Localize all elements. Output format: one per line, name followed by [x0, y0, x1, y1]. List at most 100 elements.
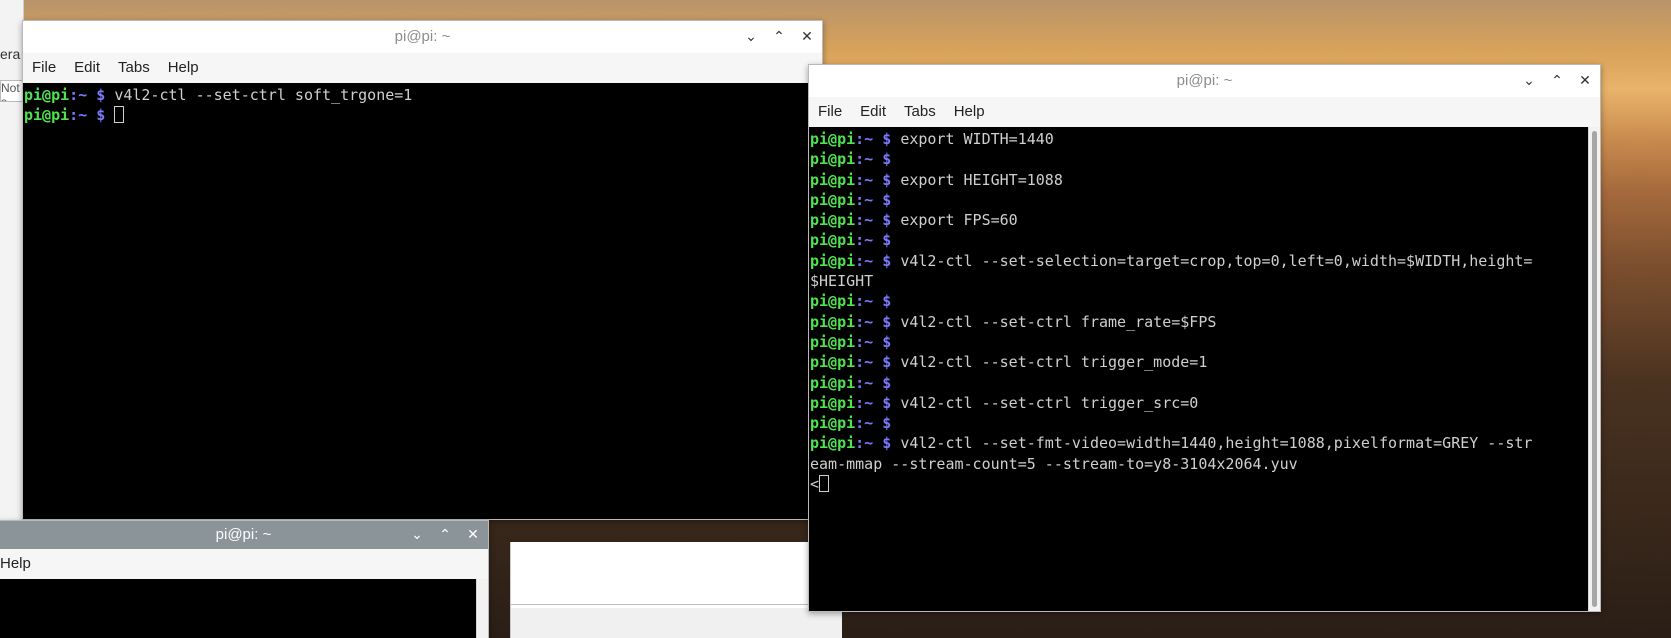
output-text: eam-mmap --stream-count=5 --stream-to=y8…	[810, 454, 1298, 473]
close-icon[interactable]: ✕	[800, 30, 814, 44]
terminal-output[interactable]	[0, 579, 476, 638]
prompt-user: pi@pi	[810, 211, 856, 230]
output-text: $HEIGHT	[810, 272, 874, 291]
prompt-user: pi@pi	[810, 190, 856, 209]
background-field-fragment: Not s	[0, 80, 24, 102]
terminal-line: pi@pi:~ $ v4l2-ctl --set-selection=targe…	[810, 251, 1588, 271]
chevron-down-icon[interactable]: ⌄	[410, 528, 424, 542]
menu-bar: File Edit Tabs Help	[809, 97, 1600, 127]
prompt-user: pi@pi	[24, 86, 70, 104]
prompt-path: :~	[855, 190, 874, 209]
prompt-symbol: $	[87, 86, 115, 104]
prompt-symbol: $	[873, 190, 901, 209]
prompt-symbol: $	[87, 106, 115, 125]
menu-tabs[interactable]: Tabs	[109, 53, 159, 83]
prompt-symbol: $	[873, 231, 901, 250]
terminal-line: pi@pi:~ $ v4l2-ctl --set-fmt-video=width…	[810, 433, 1588, 453]
prompt-symbol: $	[873, 211, 901, 230]
command-text: v4l2-ctl --set-ctrl trigger_mode=1	[900, 353, 1208, 372]
prompt-symbol: $	[873, 170, 901, 189]
prompt-symbol: $	[873, 373, 901, 392]
menu-help[interactable]: Help	[159, 53, 208, 83]
chevron-down-icon[interactable]: ⌄	[744, 30, 758, 44]
prompt-path: :~	[855, 130, 874, 148]
prompt-symbol: $	[873, 251, 901, 270]
menu-help[interactable]: Help	[0, 549, 40, 579]
prompt-symbol: $	[873, 414, 901, 433]
terminal-line: pi@pi:~ $ v4l2-ctl --set-ctrl trigger_mo…	[810, 352, 1588, 372]
command-text: v4l2-ctl --set-fmt-video=width=1440,heig…	[900, 434, 1533, 453]
close-icon[interactable]: ✕	[466, 528, 480, 542]
menu-edit[interactable]: Edit	[851, 97, 895, 127]
window-titlebar[interactable]: pi@pi: ~ ⌄ ⌃ ✕	[0, 521, 488, 549]
terminal-line: pi@pi:~ $ v4l2-ctl --set-ctrl frame_rate…	[810, 312, 1588, 332]
background-panel	[511, 608, 842, 638]
menu-bar: Help	[0, 549, 488, 579]
menu-edit[interactable]: Edit	[65, 53, 109, 83]
terminal-window-right[interactable]: pi@pi: ~ ⌄ ⌃ ✕ File Edit Tabs Help pi@pi…	[808, 64, 1601, 612]
background-text-fragment: era	[0, 46, 21, 62]
terminal-line: pi@pi:~ $	[810, 413, 1588, 433]
prompt-path: :~	[855, 373, 874, 392]
menu-bar: File Edit Tabs Help	[23, 53, 822, 83]
prompt-user: pi@pi	[24, 106, 70, 125]
terminal-line: <	[810, 474, 1588, 494]
menu-file[interactable]: File	[809, 97, 851, 127]
window-title: pi@pi: ~	[1176, 72, 1233, 89]
scrollbar-thumb[interactable]	[1592, 131, 1597, 607]
chevron-up-icon[interactable]: ⌃	[772, 30, 786, 44]
terminal-window-top-left[interactable]: pi@pi: ~ ⌄ ⌃ ✕ File Edit Tabs Help pi@pi…	[22, 20, 823, 520]
terminal-line: pi@pi:~ $	[810, 190, 1588, 210]
prompt-user: pi@pi	[810, 414, 856, 433]
prompt-symbol: $	[873, 130, 901, 148]
chevron-up-icon[interactable]: ⌃	[438, 528, 452, 542]
prompt-path: :~	[855, 211, 874, 230]
scrollbar[interactable]	[1588, 127, 1600, 611]
command-text: v4l2-ctl --set-selection=target=crop,top…	[900, 251, 1533, 270]
terminal-line: eam-mmap --stream-count=5 --stream-to=y8…	[810, 454, 1588, 474]
prompt-path: :~	[855, 312, 874, 331]
text-cursor	[114, 106, 125, 124]
prompt-user: pi@pi	[810, 231, 856, 250]
prompt-symbol: $	[873, 393, 901, 412]
prompt-symbol: $	[873, 332, 901, 351]
prompt-path: :~	[855, 393, 874, 412]
window-title: pi@pi: ~	[215, 526, 272, 543]
prompt-symbol: $	[873, 353, 901, 372]
prompt-symbol: $	[873, 150, 901, 169]
chevron-up-icon[interactable]: ⌃	[1550, 74, 1564, 88]
window-titlebar[interactable]: pi@pi: ~ ⌄ ⌃ ✕	[809, 65, 1600, 97]
prompt-user: pi@pi	[810, 292, 856, 311]
background-window-fragment-middle	[510, 542, 842, 638]
menu-tabs[interactable]: Tabs	[895, 97, 945, 127]
prompt-path: :~	[69, 106, 88, 125]
command-text: export HEIGHT=1088	[900, 170, 1063, 189]
prompt-path: :~	[69, 86, 88, 104]
terminal-line: pi@pi:~ $ export HEIGHT=1088	[810, 170, 1588, 190]
terminal-output[interactable]: pi@pi:~ $ v4l2-ctl --set-ctrl soft_trgon…	[23, 83, 810, 519]
menu-file[interactable]: File	[23, 53, 65, 83]
terminal-line: pi@pi:~ $	[810, 149, 1588, 169]
divider	[511, 604, 842, 605]
prompt-path: :~	[855, 170, 874, 189]
prompt-user: pi@pi	[810, 312, 856, 331]
prompt-user: pi@pi	[810, 373, 856, 392]
window-titlebar[interactable]: pi@pi: ~ ⌄ ⌃ ✕	[23, 21, 822, 53]
terminal-output[interactable]: pi@pi:~ $ export WIDTH=1440 pi@pi:~ $ pi@…	[809, 127, 1588, 611]
chevron-down-icon[interactable]: ⌄	[1522, 74, 1536, 88]
prompt-path: :~	[855, 434, 874, 453]
prompt-user: pi@pi	[810, 393, 856, 412]
output-text: <	[810, 475, 820, 494]
prompt-path: :~	[855, 231, 874, 250]
close-icon[interactable]: ✕	[1578, 74, 1592, 88]
terminal-window-bottom-left[interactable]: pi@pi: ~ ⌄ ⌃ ✕ Help	[0, 520, 489, 638]
prompt-user: pi@pi	[810, 170, 856, 189]
prompt-path: :~	[855, 353, 874, 372]
prompt-user: pi@pi	[810, 150, 856, 169]
prompt-path: :~	[855, 150, 874, 169]
scrollbar[interactable]	[476, 579, 488, 638]
prompt-symbol: $	[873, 292, 901, 311]
terminal-line: pi@pi:~ $ export WIDTH=1440	[810, 129, 1588, 149]
terminal-line: pi@pi:~ $	[24, 105, 810, 125]
menu-help[interactable]: Help	[945, 97, 994, 127]
